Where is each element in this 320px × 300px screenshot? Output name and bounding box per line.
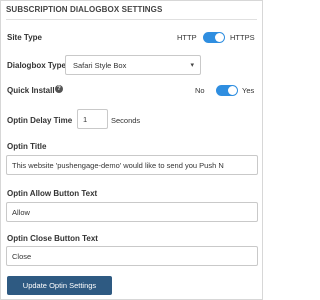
allow-button-text-value: Allow [12, 208, 30, 217]
quick-install-no-label: No [195, 86, 205, 95]
site-type-label: Site Type [7, 33, 42, 42]
chevron-down-icon: ▾ [190, 62, 194, 69]
optin-title-value: This website 'pushengage-demo' would lik… [12, 161, 224, 170]
toggle-knob [215, 33, 224, 42]
optin-delay-input[interactable]: 1 [77, 109, 108, 129]
close-button-text-value: Close [12, 252, 32, 261]
site-type-https-label: HTTPS [230, 33, 255, 42]
quick-install-label: Quick Install [7, 86, 55, 95]
dialogbox-type-label: Dialogbox Type [7, 61, 66, 70]
optin-delay-unit: Seconds [111, 116, 141, 125]
optin-title-label: Optin Title [7, 142, 47, 151]
update-optin-settings-button[interactable]: Update Optin Settings [7, 276, 112, 295]
optin-title-input[interactable]: This website 'pushengage-demo' would lik… [6, 155, 258, 175]
site-type-http-label: HTTP [177, 33, 197, 42]
dialogbox-type-select[interactable]: Safari Style Box ▾ [65, 55, 201, 75]
dialogbox-type-value: Safari Style Box [73, 61, 127, 70]
optin-delay-label: Optin Delay Time [7, 116, 73, 125]
allow-button-text-label: Optin Allow Button Text [7, 189, 98, 198]
allow-button-text-input[interactable]: Allow [6, 202, 258, 222]
panel-title: SUBSCRIPTION DIALOGBOX SETTINGS [6, 5, 257, 20]
optin-delay-value: 1 [83, 115, 88, 124]
question-circle-icon[interactable]: ? [55, 85, 63, 93]
site-type-toggle[interactable] [203, 32, 225, 43]
quick-install-yes-label: Yes [242, 86, 255, 95]
close-button-text-label: Optin Close Button Text [7, 234, 98, 243]
toggle-knob [228, 86, 237, 95]
quick-install-toggle[interactable] [216, 85, 238, 96]
close-button-text-input[interactable]: Close [6, 246, 258, 266]
subscription-dialogbox-settings-panel: SUBSCRIPTION DIALOGBOX SETTINGS Site Typ… [0, 0, 263, 300]
